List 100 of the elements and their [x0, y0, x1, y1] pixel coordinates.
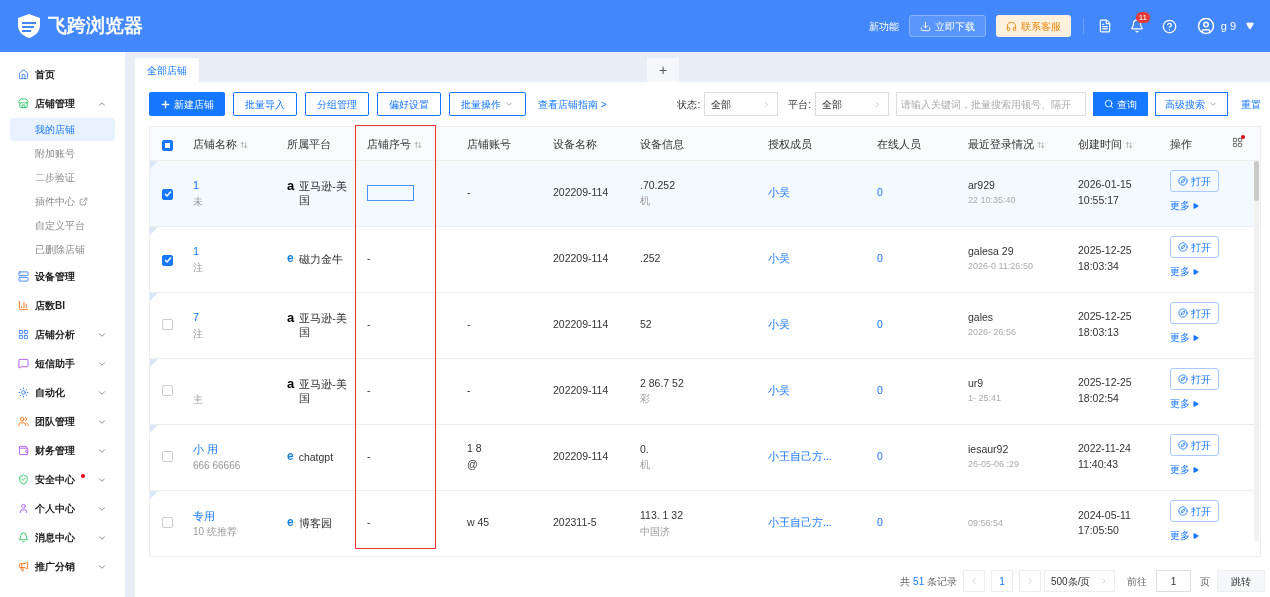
checkbox[interactable] — [162, 188, 173, 200]
status-select[interactable]: 全部 — [704, 92, 779, 116]
sidebar-item[interactable]: 设备管理 — [0, 262, 125, 291]
server-icon — [18, 271, 29, 282]
sidebar-item[interactable]: 首页 — [0, 60, 125, 89]
open-button[interactable]: 打开 — [1170, 434, 1219, 456]
member-link[interactable]: 小吴 — [768, 252, 790, 265]
more-link[interactable]: 更多 — [1170, 264, 1199, 279]
toolbar-button[interactable]: 分组管理 — [305, 92, 369, 116]
new-store-button[interactable]: 新建店铺 — [149, 92, 225, 116]
device-ip: 113. 1 32 — [640, 507, 684, 523]
sidebar-item[interactable]: 个人中心 — [0, 494, 125, 523]
advanced-search-button[interactable]: 高级搜索 — [1155, 92, 1228, 116]
sidebar-item[interactable]: 团队管理 — [0, 407, 125, 436]
checkbox[interactable] — [162, 385, 173, 396]
support-button[interactable]: 联系客服 — [995, 15, 1071, 37]
member-link[interactable]: 小吴 — [768, 186, 790, 199]
avatar-icon[interactable] — [1196, 17, 1215, 35]
sidebar-item[interactable]: 店铺管理 — [0, 89, 125, 118]
sidebar-item[interactable]: 短信助手 — [0, 349, 125, 378]
open-button[interactable]: 打开 — [1170, 500, 1219, 523]
document-icon[interactable] — [1097, 19, 1112, 33]
sidebar-subitem[interactable]: 已删除店铺 — [10, 238, 115, 261]
guide-link[interactable]: 查看店铺指南 > — [538, 96, 607, 112]
member-link[interactable]: 小王自己方... — [768, 516, 832, 529]
column-header: 在线人员 — [877, 137, 921, 153]
table-row[interactable]: 小 用 666 66666 e chatgpt - 1 8 @ 202209-114 0. 机 小王自己方... 0 iesaur92 26-05-06 :29 2022-11-24 11:40:43 打开 更多 — [150, 424, 1260, 490]
sidebar-subitem[interactable]: 附加账号 — [10, 142, 115, 165]
reset-link[interactable]: 重置 — [1241, 96, 1261, 112]
corner-mark-icon — [150, 424, 158, 433]
query-button[interactable]: 查询 — [1093, 92, 1148, 116]
member-link[interactable]: 小吴 — [768, 318, 790, 331]
sidebar-item[interactable]: 店铺分析 — [0, 320, 125, 349]
column-settings-icon[interactable] — [1232, 137, 1243, 149]
search-field[interactable]: 请输入关键词，批量搜索用顿号、隔开 — [896, 92, 1086, 116]
sequence-value: - — [367, 252, 371, 265]
more-link[interactable]: 更多 — [1170, 330, 1199, 345]
store-name[interactable]: 1 — [193, 243, 267, 260]
store-tab[interactable]: 全部店铺 — [135, 58, 199, 82]
new-features-link[interactable]: 新功能 — [868, 18, 899, 34]
store-name[interactable]: 小 用 — [193, 441, 267, 458]
open-button[interactable]: 打开 — [1170, 170, 1219, 192]
store-icon — [18, 98, 29, 109]
sort-icon[interactable] — [240, 140, 248, 149]
page-button[interactable]: 1 — [991, 570, 1013, 592]
checkbox[interactable] — [162, 451, 173, 462]
platform-select[interactable]: 全部 — [815, 92, 889, 116]
sidebar-item[interactable]: 消息中心 — [0, 523, 125, 552]
sidebar-subitem[interactable]: 自定义平台 — [10, 214, 115, 237]
checkbox[interactable] — [162, 319, 173, 330]
sidebar-item[interactable]: 自动化 — [0, 378, 125, 407]
user-name[interactable]: g 9 — [1220, 17, 1236, 35]
sidebar-subitem[interactable]: 我的店铺 — [10, 118, 115, 141]
checkbox[interactable] — [162, 140, 173, 152]
sort-icon[interactable] — [1125, 140, 1133, 149]
page-size-select[interactable]: 500条/页 — [1044, 570, 1115, 592]
login-time: 2026- 26:56 — [968, 326, 1018, 340]
sidebar-subitem[interactable]: 二步验证 — [10, 166, 115, 189]
table-row[interactable]: 主 a 亚马逊-美国 - - 202209-114 2 86.7 52 彩 小吴 0 ur9 1- 25:41 2025-12-25 18:02:54 打开 更多 — [150, 358, 1260, 424]
more-link[interactable]: 更多 — [1170, 198, 1199, 213]
store-tab[interactable]: + — [647, 58, 680, 82]
sidebar-subitem[interactable]: 插件中心 — [10, 190, 115, 213]
sort-icon[interactable] — [1037, 140, 1045, 149]
store-name[interactable]: 专用 — [193, 507, 267, 524]
store-note: 666 66666 — [193, 458, 242, 473]
sidebar-item[interactable]: 推广分销 — [0, 552, 125, 581]
device-ip: .70.252 — [640, 177, 677, 193]
sidebar-item[interactable]: 店数BI — [0, 291, 125, 320]
caret-right-icon — [1193, 202, 1199, 209]
open-button[interactable]: 打开 — [1170, 368, 1219, 390]
more-link[interactable]: 更多 — [1170, 462, 1199, 477]
caret-down-icon[interactable] — [1246, 22, 1254, 30]
notification-icon[interactable] — [1129, 19, 1144, 33]
member-link[interactable]: 小吴 — [768, 384, 790, 397]
sequence-input[interactable] — [367, 184, 414, 201]
page-input[interactable]: 1 — [1156, 570, 1191, 592]
jump-button[interactable]: 跳转 — [1217, 570, 1265, 592]
sort-icon[interactable] — [414, 140, 422, 149]
store-name[interactable]: 7 — [193, 309, 267, 326]
download-button[interactable]: 立即下载 — [908, 15, 986, 37]
checkbox[interactable] — [162, 254, 173, 266]
help-icon[interactable] — [1161, 18, 1177, 34]
more-link[interactable]: 更多 — [1170, 528, 1199, 544]
sidebar-item[interactable]: 财务管理 — [0, 436, 125, 465]
platform-logo: e — [287, 252, 294, 265]
store-name[interactable]: 1 — [193, 177, 267, 194]
member-link[interactable]: 小王自己方... — [768, 450, 832, 463]
open-button[interactable]: 打开 — [1170, 236, 1219, 258]
sequence-value: - — [367, 450, 371, 463]
dropdown-button[interactable]: 批量操作 — [449, 92, 526, 116]
open-button[interactable]: 打开 — [1170, 302, 1219, 324]
checkbox[interactable] — [162, 517, 173, 529]
toolbar-button[interactable]: 批量导入 — [233, 92, 297, 116]
created-date: 2022-11-24 — [1078, 441, 1132, 457]
sidebar-item[interactable]: 安全中心 — [0, 465, 125, 494]
toolbar-button[interactable]: 偏好设置 — [377, 92, 441, 116]
table-row[interactable]: 7 注 a 亚马逊-美国 - - 202209-114 52 小吴 0 gales 2026- 26:56 2025-12-25 18:03:13 打开 更多 — [150, 292, 1260, 358]
table-row[interactable]: 1 注 e 磁力金牛 - 202209-114 .252 小吴 0 galesa 29 2026-0 11:26:50 2025-12-25 18:03:34 打开 更多 — [150, 226, 1260, 292]
table-row[interactable]: 1 未 a 亚马逊-美国 - 202209-114 .70.252 机 小吴 0 ar929 22 10:35:40 2026-01-15 10:55:17 打开 更多 — [150, 160, 1260, 226]
more-link[interactable]: 更多 — [1170, 396, 1199, 411]
